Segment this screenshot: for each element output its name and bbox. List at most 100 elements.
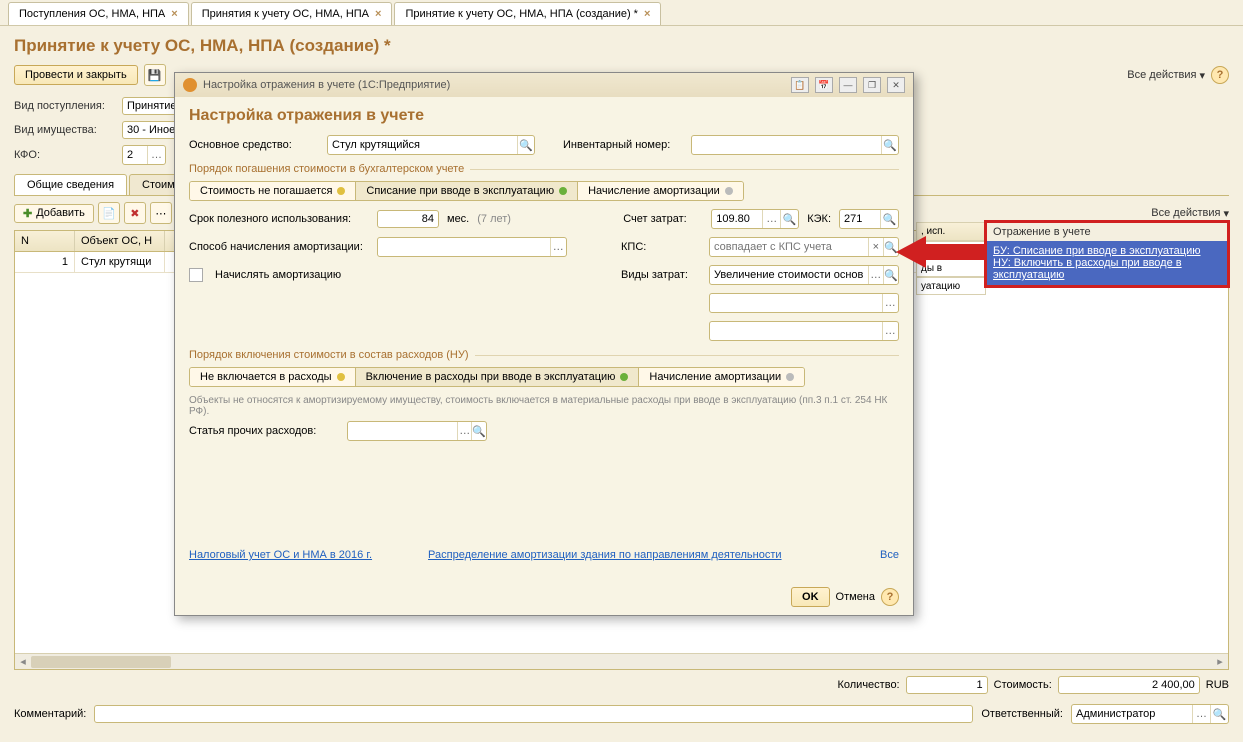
fieldset-bu-title: Порядок погашения стоимости в бухгалтерс… <box>189 163 899 175</box>
asset-type-input[interactable] <box>122 121 182 139</box>
seg-not-included[interactable]: Не включается в расходы <box>190 368 356 386</box>
seg-no-depreciation[interactable]: Стоимость не погашается <box>190 182 356 200</box>
plus-icon: ✚ <box>23 207 32 220</box>
table-all-actions[interactable]: Все действия▾ <box>1151 207 1229 220</box>
chevron-down-icon: ▾ <box>1223 207 1229 220</box>
tab-documents-1[interactable]: Поступления ОС, НМА, НПА× <box>8 2 189 25</box>
amort-method-input[interactable]: … <box>377 237 567 257</box>
accrue-amortization-checkbox[interactable] <box>189 268 203 282</box>
seg-accrual[interactable]: Начисление амортизации <box>578 182 743 200</box>
kek-input[interactable]: 🔍 <box>839 209 899 229</box>
top-tabs: Поступления ОС, НМА, НПА× Принятия к уче… <box>0 0 1243 26</box>
scroll-thumb[interactable] <box>31 656 171 668</box>
cost-account-label: Счет затрат: <box>623 213 703 225</box>
close-dialog-icon[interactable]: ✕ <box>887 77 905 93</box>
app-logo-icon <box>183 78 197 92</box>
ellipsis-icon[interactable]: … <box>550 238 566 256</box>
help-icon[interactable]: ? <box>1211 66 1229 84</box>
col-object[interactable]: Объект ОС, Н <box>75 231 165 251</box>
calc-icon[interactable]: 📋 <box>791 77 809 93</box>
close-icon[interactable]: × <box>375 8 381 20</box>
ok-button[interactable]: OK <box>791 587 830 607</box>
search-icon[interactable]: 🔍 <box>881 136 898 154</box>
add-row-button[interactable]: ✚Добавить <box>14 204 94 223</box>
search-icon[interactable]: 🔍 <box>1210 705 1228 723</box>
comment-input[interactable] <box>94 705 973 723</box>
ellipsis-icon[interactable]: … <box>762 210 780 228</box>
responsible-input[interactable]: …🔍 <box>1071 704 1229 724</box>
tab-documents-3[interactable]: Принятие к учету ОС, НМА, НПА (создание)… <box>394 2 661 25</box>
delete-icon[interactable]: ✖ <box>124 202 146 224</box>
seg-writeoff-on-commission[interactable]: Списание при вводе в эксплуатацию <box>356 182 578 200</box>
qty-input[interactable] <box>906 676 988 694</box>
dialog-title-bar[interactable]: Настройка отражения в учете (1С:Предприя… <box>175 73 913 97</box>
scroll-right-icon[interactable]: ▸ <box>1212 654 1228 669</box>
amort-distribution-link[interactable]: Распределение амортизации здания по напр… <box>428 549 782 561</box>
fixed-asset-input[interactable]: 🔍 <box>327 135 535 155</box>
kfo-label: КФО: <box>14 149 114 161</box>
ellipsis-icon[interactable]: … <box>1192 705 1210 723</box>
ellipsis-icon[interactable]: … <box>868 266 883 284</box>
expense-types-label: Виды затрат: <box>621 269 701 281</box>
search-icon[interactable]: 🔍 <box>517 136 534 154</box>
callout-header: Отражение в учете <box>987 223 1227 241</box>
cost-account-input[interactable]: …🔍 <box>711 209 799 229</box>
all-actions-menu[interactable]: Все действия▾ <box>1127 69 1205 82</box>
horizontal-scrollbar[interactable]: ◂ ▸ <box>15 653 1228 669</box>
cost-label: Стоимость: <box>994 679 1052 691</box>
useful-life-input[interactable] <box>377 210 439 228</box>
kfo-input[interactable]: … <box>122 145 166 165</box>
calendar-icon[interactable]: 📅 <box>815 77 833 93</box>
indicator-dot-icon <box>620 373 628 381</box>
expense-types-input[interactable]: …🔍 <box>709 265 899 285</box>
close-icon[interactable]: × <box>171 8 177 20</box>
extra-input-1[interactable]: … <box>709 293 899 313</box>
ellipsis-icon[interactable]: … <box>147 146 165 164</box>
other-expense-item-input[interactable]: …🔍 <box>347 421 487 441</box>
comment-label: Комментарий: <box>14 708 86 720</box>
save-icon[interactable]: 💾 <box>144 64 166 86</box>
search-icon[interactable]: 🔍 <box>880 210 898 228</box>
inventory-number-label: Инвентарный номер: <box>563 139 683 151</box>
fieldset-nu-title: Порядок включения стоимости в состав рас… <box>189 349 899 361</box>
responsible-label: Ответственный: <box>981 708 1063 720</box>
extra-input-2[interactable]: … <box>709 321 899 341</box>
kek-label: КЭК: <box>807 213 831 225</box>
scroll-left-icon[interactable]: ◂ <box>15 654 31 669</box>
minimize-icon[interactable]: — <box>839 77 857 93</box>
fixed-asset-label: Основное средство: <box>189 139 319 151</box>
search-icon[interactable]: 🔍 <box>883 238 898 256</box>
callout-box: Отражение в учете БУ: Списание при вводе… <box>984 220 1230 288</box>
ellipsis-icon[interactable]: … <box>882 322 898 340</box>
inventory-number-input[interactable]: 🔍 <box>691 135 899 155</box>
amort-method-label: Способ начисления амортизации: <box>189 241 369 253</box>
more-icon[interactable]: ⋯ <box>150 202 172 224</box>
search-icon[interactable]: 🔍 <box>883 266 898 284</box>
copy-icon[interactable]: 📄 <box>98 202 120 224</box>
currency-label: RUB <box>1206 679 1229 691</box>
close-icon[interactable]: × <box>644 8 650 20</box>
tab-general[interactable]: Общие сведения <box>14 174 127 195</box>
search-icon[interactable]: 🔍 <box>780 210 798 228</box>
maximize-icon[interactable]: ❐ <box>863 77 881 93</box>
ellipsis-icon[interactable]: … <box>882 294 898 312</box>
asset-type-label: Вид имущества: <box>14 124 114 136</box>
entry-type-input[interactable] <box>122 97 182 115</box>
help-icon[interactable]: ? <box>881 588 899 606</box>
clear-icon[interactable]: × <box>868 238 883 256</box>
ellipsis-icon[interactable]: … <box>457 422 471 440</box>
post-and-close-button[interactable]: Провести и закрыть <box>14 65 138 85</box>
callout-line2[interactable]: НУ: Включить в расходы при вводе в экспл… <box>993 257 1182 281</box>
tax-2016-link[interactable]: Налоговый учет ОС и НМА в 2016 г. <box>189 549 372 561</box>
dialog-heading: Настройка отражения в учете <box>189 107 899 125</box>
kps-input[interactable]: ×🔍 <box>709 237 899 257</box>
cancel-button[interactable]: Отмена <box>836 591 875 603</box>
all-link[interactable]: Все <box>880 549 899 561</box>
callout-line1[interactable]: БУ: Списание при вводе в эксплуатацию <box>993 245 1201 257</box>
col-n[interactable]: N <box>15 231 75 251</box>
seg-include-on-commission[interactable]: Включение в расходы при вводе в эксплуат… <box>356 368 640 386</box>
search-icon[interactable]: 🔍 <box>471 422 486 440</box>
cost-input[interactable] <box>1058 676 1200 694</box>
seg-tax-accrual[interactable]: Начисление амортизации <box>639 368 804 386</box>
tab-documents-2[interactable]: Принятия к учету ОС, НМА, НПА× <box>191 2 393 25</box>
